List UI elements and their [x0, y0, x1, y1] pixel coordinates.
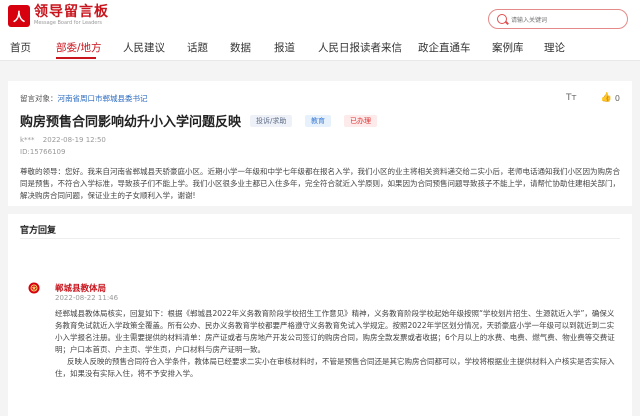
nav-topics[interactable]: 话题 [187, 40, 208, 55]
font-size-icon[interactable]: Tт [566, 93, 577, 103]
message-title: 购房预售合同影响幼升小入学问题反映 [20, 115, 242, 130]
nav-enterprise[interactable]: 政企直通车 [418, 40, 471, 55]
reply-paragraph-1: 经郸城县教体局核实，回复如下：根据《郸城县2022年义务教育阶段学校招生工作意见… [55, 309, 615, 354]
post-tools: Tт 👍 0 [566, 93, 620, 103]
search-box [488, 9, 628, 29]
message-id: ID:15766109 [20, 148, 66, 156]
thumbs-up-icon: 👍 [600, 93, 612, 103]
search-input[interactable] [509, 12, 623, 28]
nav-home[interactable]: 首页 [10, 40, 31, 55]
message-target: 留言对象：河南省周口市郸城县委书记 [20, 93, 148, 104]
site-logo[interactable]: 人 领导留言板 Message Board for Leaders [8, 5, 109, 27]
reply-org: 郸城县教体局 [55, 284, 107, 294]
message-date: 2022-08-19 12:50 [42, 136, 106, 144]
reply-card: 官方回复 郸城县教体局 2022-08-22 11:46 经郸城县教体局核实，回… [8, 214, 632, 416]
author: k*** [20, 136, 35, 144]
reply-section-title: 官方回复 [20, 226, 57, 236]
target-label: 留言对象： [20, 94, 58, 103]
nav-active-indicator [56, 57, 96, 59]
nav-suggestions[interactable]: 人民建议 [123, 40, 165, 55]
government-emblem-icon [28, 282, 40, 294]
nav-readers-letters[interactable]: 人民日报读者来信 [318, 40, 402, 55]
reply-paragraph-2: 反映人反映的预售合同符合入学条件，教体局已经要求二实小在审核材料时，不管是预售合… [55, 357, 615, 378]
nav-data[interactable]: 数据 [230, 40, 251, 55]
nav-reports[interactable]: 报道 [274, 40, 295, 55]
reply-date: 2022-08-22 11:46 [55, 294, 119, 302]
reply-body: 经郸城县教体局核实，回复如下：根据《郸城县2022年义务教育阶段学校招生工作意见… [55, 308, 620, 380]
tag-education[interactable]: 教育 [305, 115, 331, 127]
like-button[interactable]: 👍 0 [601, 93, 620, 103]
message-meta: k*** 2022-08-19 12:50 [20, 136, 106, 144]
target-link[interactable]: 河南省周口市郸城县委书记 [58, 94, 148, 103]
main-nav: 首页 部委/地方 人民建议 话题 数据 报道 人民日报读者来信 政企直通车 案例… [0, 36, 640, 61]
message-body: 尊敬的领导：您好。我来自河南省郸城县天骄豪庭小区。近期小学一年级和中学七年级都在… [20, 167, 620, 200]
top-header: 人 领导留言板 Message Board for Leaders [0, 0, 640, 36]
message-card: 留言对象：河南省周口市郸城县委书记 Tт 👍 0 购房预售合同影响幼升小入学问题… [8, 81, 632, 206]
nav-departments[interactable]: 部委/地方 [56, 40, 102, 55]
logo-title: 领导留言板 [34, 4, 109, 20]
status-badge: 已办理 [344, 115, 377, 127]
logo-subtitle: Message Board for Leaders [34, 20, 103, 26]
like-count: 0 [614, 93, 620, 103]
logo-mark-icon: 人 [8, 5, 30, 27]
tag-complaint[interactable]: 投诉/求助 [250, 115, 293, 127]
divider [20, 238, 620, 239]
nav-theory[interactable]: 理论 [544, 40, 565, 55]
nav-cases[interactable]: 案例库 [492, 40, 524, 55]
search-icon[interactable] [497, 14, 507, 24]
